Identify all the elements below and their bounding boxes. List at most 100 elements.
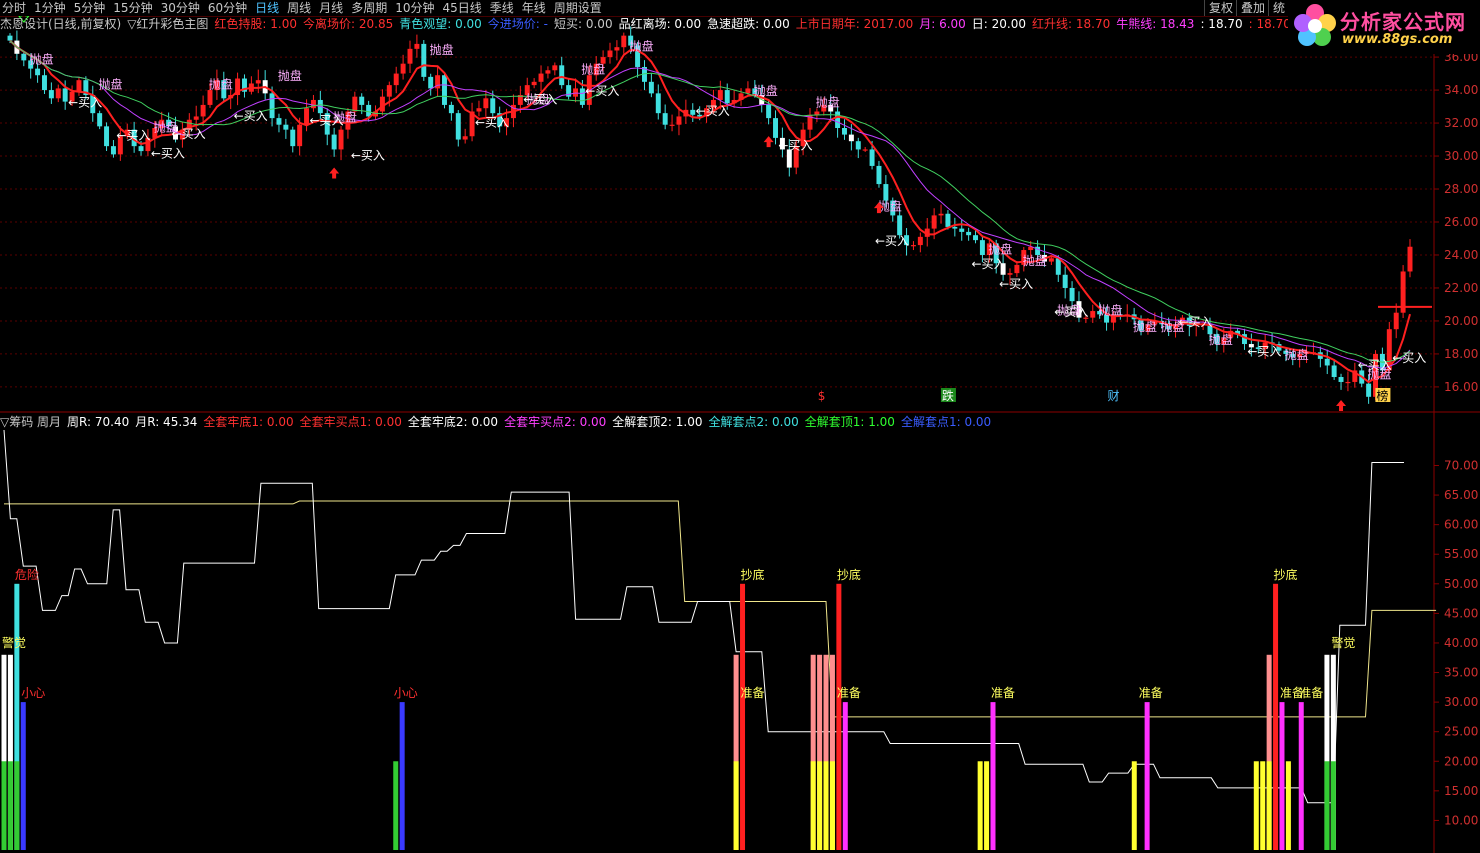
site-logo: 分析家公式网 www.88gs.com: [1288, 0, 1480, 54]
candle-body-6: [48, 90, 54, 99]
sub-tick-label-1: 15.00: [1444, 784, 1478, 798]
period-tab-6[interactable]: 日线: [253, 1, 285, 15]
main-tick-label-1: 18.00: [1444, 347, 1478, 361]
period-tab-12[interactable]: 季线: [488, 1, 520, 15]
candle-63: [442, 72, 447, 109]
main-price-chart[interactable]: 抛盘抛盘抛盘抛盘抛盘抛盘抛盘抛盘抛盘抛盘抛盘抛盘抛盘抛盘抛盘抛盘 抛盘抛盘 抛盘抛盘…: [7, 0, 1432, 411]
period-tab-1[interactable]: 1分钟: [32, 1, 72, 15]
candle-body-96: [669, 124, 675, 126]
signal-bar-3: [7, 761, 13, 850]
candle-body-14: [104, 126, 110, 147]
period-tab-2[interactable]: 5分钟: [72, 1, 112, 15]
candle-93: [648, 73, 654, 98]
sell-label-19: 抛盘: [1209, 332, 1233, 347]
buy-label-35: ←买入: [972, 257, 1006, 271]
buy-label-25: ←买入: [172, 127, 206, 141]
sub-info-item-9: 全解套顶1: 1.00: [804, 415, 895, 429]
candle-65: [455, 110, 461, 147]
candle-body-8: [62, 88, 68, 102]
buy-label-29: ←买入: [475, 115, 509, 129]
sell-label-13: 抛盘: [988, 241, 1012, 256]
logo-url: www.88gs.com: [1342, 32, 1453, 47]
candle-60: [421, 40, 427, 81]
candle-body-69: [483, 98, 489, 109]
sub-tick-label-12: 70.00: [1444, 458, 1478, 472]
signal-bar-26: [1144, 702, 1150, 850]
main-tick-label-9: 34.00: [1444, 83, 1478, 97]
candle-61: [428, 73, 434, 96]
candle-body-197: [1366, 383, 1372, 397]
sub-info-item-0[interactable]: ▽筹码 周月: [0, 415, 61, 429]
main-info-item-0[interactable]: 杰恩设计(日线,前复权): [0, 17, 121, 31]
candle-7: [55, 84, 61, 103]
candle-body-134: [931, 215, 937, 229]
sell-label-4: 抛盘: [278, 68, 302, 83]
candle-body-78: [545, 70, 551, 74]
signal-bar-28: [1260, 761, 1266, 850]
signal-bar-31: [1273, 583, 1279, 850]
buy-label-33: ←买入: [778, 138, 812, 152]
candle-body-117: [814, 111, 820, 115]
chip-indicator-chart[interactable]: 危险警觉小心 小心抄底 抄底 抄底准备 准备 准备 准备 准备准备警觉: [1, 429, 1437, 850]
candle-body-61: [428, 76, 434, 89]
candle-body-122: [848, 134, 854, 142]
candle-body-58: [407, 48, 413, 64]
signal-bar-6: [14, 761, 20, 850]
candle-68: [476, 100, 482, 117]
sell-label-8: 抛盘: [581, 62, 605, 77]
marker-1: 跌: [942, 388, 954, 403]
candle-77: [538, 65, 544, 92]
sell-label-10: 抛盘: [754, 83, 778, 98]
period-tab-8[interactable]: 月线: [317, 1, 349, 15]
main-info-item-2: 红色持股: 1.00: [214, 17, 297, 31]
candle-79: [552, 62, 558, 76]
sell-label-6: 抛盘: [430, 42, 454, 57]
period-tab-11[interactable]: 45日线: [440, 1, 487, 15]
toolbar-button-0[interactable]: 复权: [1204, 0, 1237, 16]
period-tab-10[interactable]: 10分钟: [393, 1, 440, 15]
signal-bar-21: [842, 702, 848, 850]
price-axis: 16.00 18.00 20.00 22.00 24.00 26.00 28.00 30.00…: [1434, 50, 1478, 827]
signal-label-5: 抄底: [837, 567, 861, 582]
signal-bar-8: [399, 702, 405, 850]
toolbar-button-1[interactable]: 叠加: [1236, 0, 1269, 16]
candle-47: [331, 127, 337, 157]
candle-body-139: [966, 231, 972, 236]
signal-bar-22: [977, 761, 983, 850]
sell-label-14: 抛盘: [1023, 253, 1047, 268]
candle-81: [566, 79, 572, 100]
candle-body-141: [979, 240, 985, 255]
signal-bar-17: [817, 761, 823, 850]
period-tab-3[interactable]: 15分钟: [111, 1, 158, 15]
candle-body-93: [648, 81, 654, 94]
buy-label-30: ←买入: [523, 92, 557, 106]
candle-body-95: [662, 113, 668, 125]
candle-132: [917, 232, 923, 253]
candle-131: [910, 241, 916, 251]
sub-tick-label-6: 40.00: [1444, 636, 1478, 650]
period-tab-0[interactable]: 分时: [0, 1, 32, 15]
candle-body-127: [883, 184, 889, 201]
period-tab-9[interactable]: 多周期: [349, 1, 393, 15]
candle-body-27: [193, 116, 199, 120]
period-tab-14[interactable]: 周期设置: [552, 1, 608, 15]
period-tab-4[interactable]: 30分钟: [159, 1, 206, 15]
sub-info-item-8: 全解套点2: 0.00: [708, 415, 799, 429]
signal-bar-5: [20, 702, 26, 850]
sell-label-0: 抛盘: [30, 52, 54, 67]
candle-body-111: [773, 118, 778, 138]
period-tab-13[interactable]: 年线: [520, 1, 552, 15]
candle-body-94: [655, 93, 661, 114]
signal-bar-2: [1, 761, 7, 850]
signal-bar-37: [1324, 761, 1330, 850]
buy-label-26: ←买入: [234, 109, 268, 123]
candle-body-192: [1331, 365, 1337, 378]
candle-body-60: [421, 43, 427, 77]
toolbar-button-2[interactable]: 统: [1268, 0, 1289, 16]
logo-title: 分析家公式网: [1340, 10, 1466, 34]
candle-body-135: [938, 213, 944, 216]
main-tick-label-7: 30.00: [1444, 149, 1478, 163]
period-tab-7[interactable]: 周线: [285, 1, 317, 15]
signal-label-6: 抄底: [1274, 567, 1298, 582]
period-tab-5[interactable]: 60分钟: [206, 1, 253, 15]
